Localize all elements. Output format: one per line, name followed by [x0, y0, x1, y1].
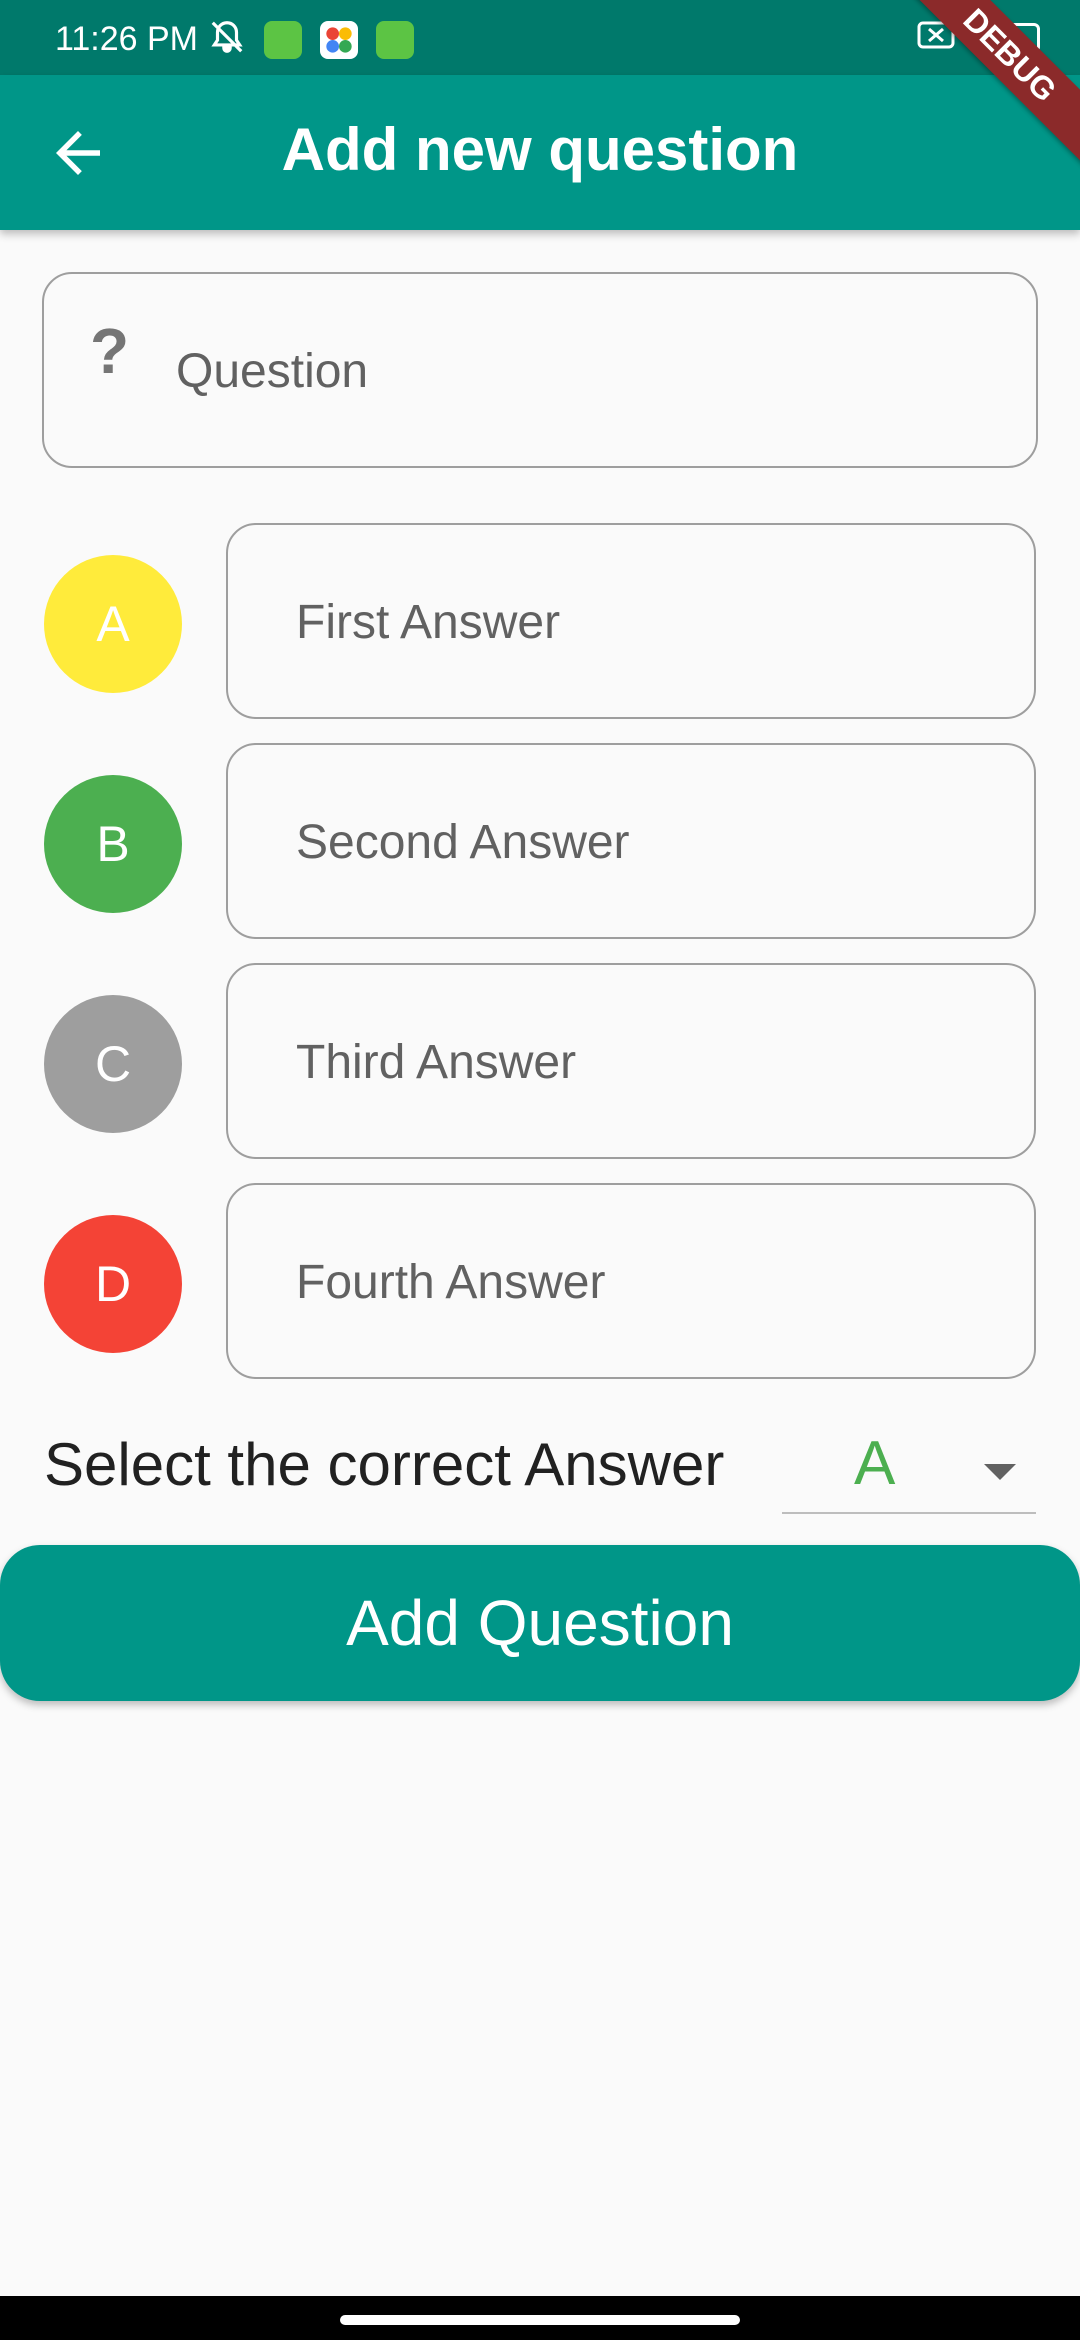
fourth-answer-input[interactable]	[294, 1241, 998, 1323]
question-input[interactable]	[174, 330, 998, 412]
app-notification-icon	[264, 20, 302, 59]
status-bar: 11:26 PM 52	[0, 0, 1080, 75]
answer-b-field[interactable]	[226, 743, 1036, 939]
page-title: Add new question	[281, 116, 799, 183]
question-field[interactable]: ?	[42, 272, 1038, 468]
answer-letter: B	[96, 816, 130, 872]
status-notification-icons	[208, 18, 414, 61]
dropdown-arrow-icon	[984, 1464, 1016, 1480]
status-time: 11:26 PM	[55, 20, 199, 58]
first-answer-input[interactable]	[294, 581, 998, 663]
question-mark-icon: ?	[90, 315, 130, 387]
home-indicator[interactable]	[340, 2315, 740, 2325]
answer-d-badge: D	[44, 1215, 182, 1353]
answer-d-field[interactable]	[226, 1183, 1036, 1379]
answer-letter: C	[94, 1036, 132, 1092]
answer-letter: A	[96, 596, 130, 652]
answer-b-badge: B	[44, 775, 182, 913]
answer-a-field[interactable]	[226, 523, 1036, 719]
correct-answer-label: Select the correct Answer	[44, 1431, 725, 1498]
second-answer-input[interactable]	[294, 801, 998, 883]
correct-answer-dropdown[interactable]: A	[782, 1420, 1036, 1514]
answer-a-badge: A	[44, 555, 182, 693]
app-bar: Add new question	[0, 75, 1080, 230]
add-question-button[interactable]: Add Question	[0, 1545, 1080, 1701]
app-notification-icon	[376, 20, 414, 59]
answer-letter: D	[94, 1256, 132, 1312]
answer-c-badge: C	[44, 995, 182, 1133]
third-answer-input[interactable]	[294, 1021, 998, 1103]
answer-c-field[interactable]	[226, 963, 1036, 1159]
photos-notification-icon	[320, 20, 358, 59]
bell-off-icon	[208, 18, 246, 61]
correct-answer-value: A	[854, 1429, 896, 1498]
